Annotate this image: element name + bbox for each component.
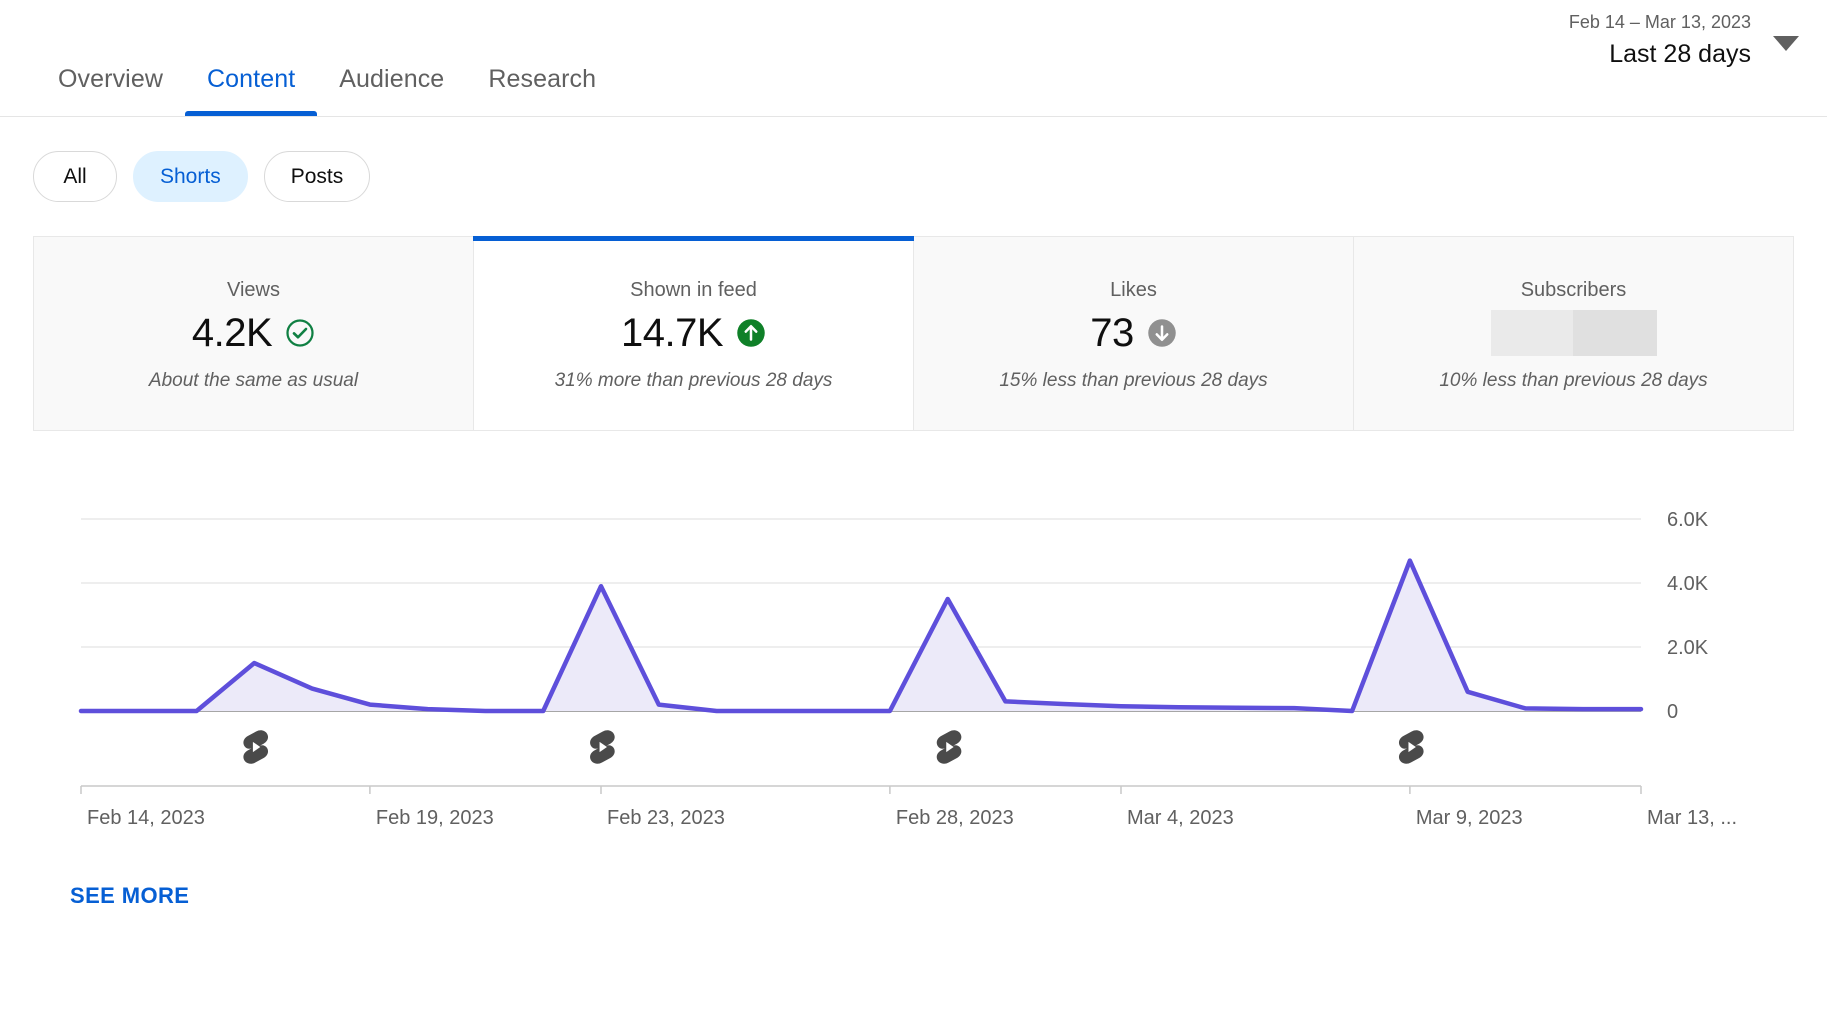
x-axis-tick-label: Feb 14, 2023 (87, 807, 205, 829)
date-range-selector[interactable]: Feb 14 – Mar 13, 2023 Last 28 days (1569, 8, 1751, 72)
arrow-down-circle-filled-icon (1147, 318, 1177, 348)
tab-overview[interactable]: Overview (36, 65, 185, 116)
chip-posts[interactable]: Posts (264, 151, 371, 202)
metric-value-row: 14.7K (621, 310, 766, 356)
x-axis-tick-label: Mar 13, ... (1647, 807, 1737, 829)
skeleton-block-right (1573, 310, 1657, 356)
metric-card-likes[interactable]: Likes 73 15% less than previous 28 days (914, 237, 1354, 430)
y-axis-tick-label: 4.0K (1667, 573, 1709, 595)
x-axis-tick-label: Feb 19, 2023 (376, 807, 494, 829)
metric-subtitle: 15% less than previous 28 days (999, 370, 1267, 392)
metric-subtitle: 31% more than previous 28 days (555, 370, 833, 392)
x-axis-tick-label: Feb 28, 2023 (896, 807, 1014, 829)
chart-x-axis: Feb 14, 2023 Feb 19, 2023 Feb 23, 2023 Feb … (81, 786, 1737, 829)
x-axis-tick-label: Mar 9, 2023 (1416, 807, 1523, 829)
metric-subtitle: 10% less than previous 28 days (1439, 370, 1707, 392)
tab-research[interactable]: Research (466, 65, 618, 116)
youtube-shorts-icon[interactable] (937, 730, 962, 763)
chevron-down-icon[interactable] (1773, 36, 1799, 51)
metric-value: 4.2K (192, 310, 272, 356)
y-axis-tick-label: 2.0K (1667, 637, 1709, 659)
metric-value: 14.7K (621, 310, 723, 356)
metric-card-views[interactable]: Views 4.2K About the same as usual (34, 237, 474, 430)
x-axis-tick-label: Feb 23, 2023 (607, 807, 725, 829)
y-axis-tick-label: 0 (1667, 701, 1678, 723)
date-range-text: Feb 14 – Mar 13, 2023 (1569, 8, 1751, 36)
metric-card-shown-in-feed[interactable]: Shown in feed 14.7K 31% more than previo… (474, 237, 914, 430)
arrow-up-circle-filled-icon (736, 318, 766, 348)
metric-value: 73 (1090, 310, 1134, 356)
x-axis-tick-label: Mar 4, 2023 (1127, 807, 1234, 829)
metric-value-row: 73 (1090, 310, 1177, 356)
metric-cards: Views 4.2K About the same as usual Shown… (33, 236, 1794, 431)
metric-title: Likes (1110, 279, 1157, 302)
content-type-filter-chips: All Shorts Posts (0, 117, 1827, 202)
metric-title: Views (227, 279, 280, 302)
tab-audience[interactable]: Audience (317, 65, 466, 116)
see-more-button[interactable]: SEE MORE (70, 883, 189, 909)
youtube-shorts-icon[interactable] (590, 730, 615, 763)
analytics-tabs: Overview Content Audience Research (36, 0, 618, 116)
metric-title: Shown in feed (630, 279, 757, 302)
chart-canvas[interactable]: 02.0K4.0K6.0K Feb 14, 2023Feb 19, 2023Fe… (33, 431, 1794, 861)
analytics-chart[interactable]: 02.0K4.0K6.0K Feb 14, 2023Feb 19, 2023Fe… (33, 431, 1794, 861)
skeleton-block-left (1491, 310, 1573, 356)
check-circle-outline-icon (285, 318, 315, 348)
youtube-shorts-icon[interactable] (243, 730, 268, 763)
chip-all[interactable]: All (33, 151, 117, 202)
analytics-header: Overview Content Audience Research Feb 1… (0, 0, 1827, 117)
metric-value-row: 4.2K (192, 310, 315, 356)
metric-title: Subscribers (1521, 279, 1627, 302)
tab-content[interactable]: Content (185, 65, 317, 116)
loading-skeleton (1491, 310, 1657, 356)
date-range-preset-label: Last 28 days (1569, 36, 1751, 72)
y-axis-tick-label: 6.0K (1667, 509, 1709, 531)
chart-shorts-markers[interactable] (243, 730, 1423, 763)
metric-subtitle: About the same as usual (149, 370, 358, 392)
chip-shorts[interactable]: Shorts (133, 151, 248, 202)
metric-card-subscribers[interactable]: Subscribers 10% less than previous 28 da… (1354, 237, 1793, 430)
youtube-shorts-icon[interactable] (1399, 730, 1424, 763)
chart-y-axis: 0 2.0K 4.0K 6.0K (1667, 509, 1709, 723)
